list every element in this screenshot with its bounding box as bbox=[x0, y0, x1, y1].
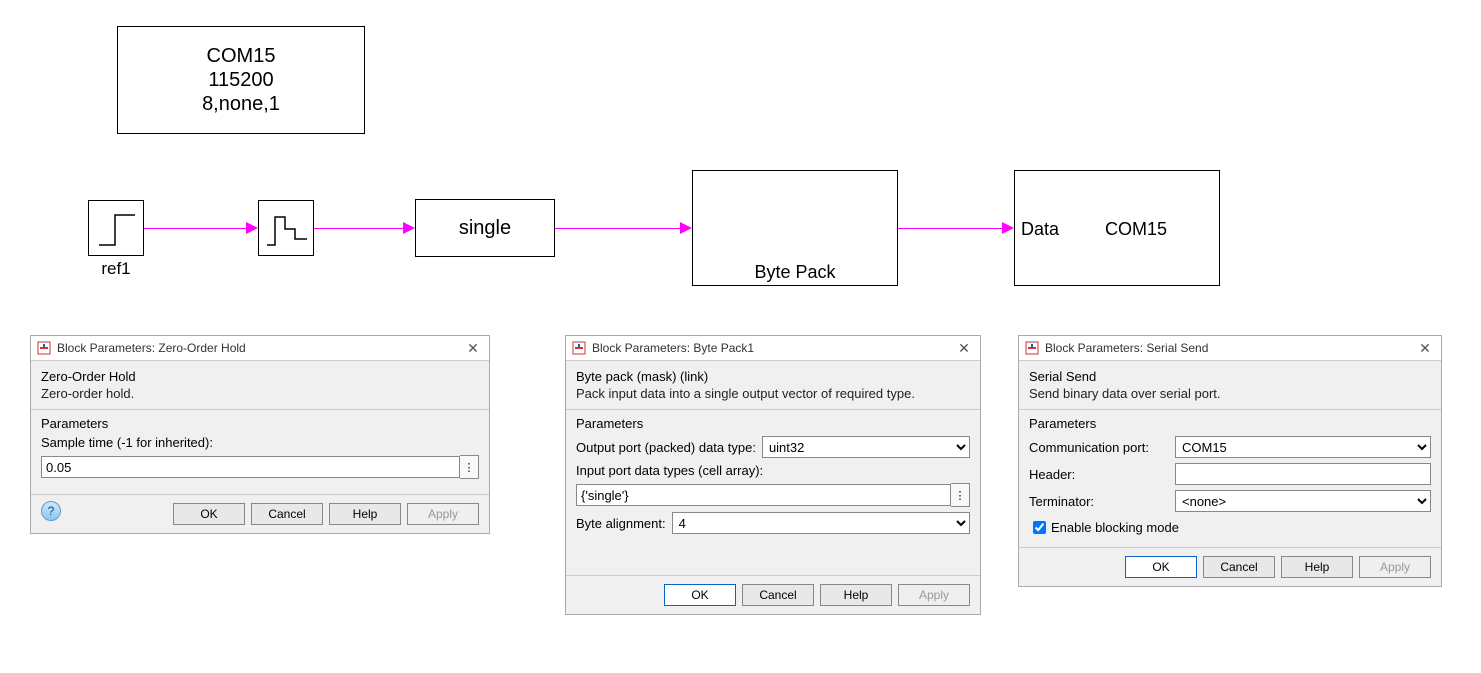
bp-align-select[interactable]: 4 bbox=[672, 512, 970, 534]
ss-params-title: Parameters bbox=[1029, 416, 1431, 431]
serial-cfg-line1: COM15 bbox=[202, 44, 280, 68]
ss-blocking-checkbox-row[interactable]: Enable blocking mode bbox=[1029, 518, 1431, 537]
zoh-desc: Zero-order hold. bbox=[41, 386, 479, 401]
ok-button[interactable]: OK bbox=[664, 584, 736, 606]
close-icon[interactable]: ✕ bbox=[1415, 340, 1435, 357]
serial-send-block[interactable]: Data COM15 bbox=[1014, 170, 1220, 286]
simulink-app-icon bbox=[572, 341, 586, 355]
bytepack-label: Byte Pack bbox=[692, 262, 898, 283]
dialog-serialsend[interactable]: Block Parameters: Serial Send ✕ Serial S… bbox=[1018, 335, 1442, 587]
apply-button: Apply bbox=[407, 503, 479, 525]
zoh-sampletime-input[interactable] bbox=[41, 456, 460, 478]
serial-send-port-label: Data bbox=[1021, 219, 1059, 240]
bp-align-label: Byte alignment: bbox=[576, 516, 666, 531]
signal-step-to-zoh bbox=[144, 228, 246, 229]
dialog-serialsend-title: Block Parameters: Serial Send bbox=[1045, 341, 1415, 355]
simulink-app-icon bbox=[1025, 341, 1039, 355]
ok-button[interactable]: OK bbox=[1125, 556, 1197, 578]
signal-dtc-to-bytepack bbox=[555, 228, 680, 229]
cancel-button[interactable]: Cancel bbox=[251, 503, 323, 525]
dialog-zoh-titlebar[interactable]: Block Parameters: Zero-Order Hold ✕ bbox=[31, 336, 489, 361]
bp-params-title: Parameters bbox=[576, 416, 970, 431]
zoh-block[interactable] bbox=[258, 200, 314, 256]
ss-heading: Serial Send bbox=[1029, 369, 1431, 384]
arrow-head-icon bbox=[246, 222, 258, 234]
bp-outtype-label: Output port (packed) data type: bbox=[576, 440, 756, 455]
ss-header-input[interactable] bbox=[1175, 463, 1431, 485]
cancel-button[interactable]: Cancel bbox=[1203, 556, 1275, 578]
dtc-text: single bbox=[459, 216, 511, 240]
signal-zoh-to-dtc bbox=[314, 228, 403, 229]
step-block-label: ref1 bbox=[88, 259, 144, 279]
ss-blocking-label: Enable blocking mode bbox=[1051, 520, 1179, 535]
zoh-params-title: Parameters bbox=[41, 416, 479, 431]
ss-term-select[interactable]: <none> bbox=[1175, 490, 1431, 512]
close-icon[interactable]: ✕ bbox=[463, 340, 483, 357]
dialog-serialsend-titlebar[interactable]: Block Parameters: Serial Send ✕ bbox=[1019, 336, 1441, 361]
bp-desc: Pack input data into a single output vec… bbox=[576, 386, 970, 401]
simulink-app-icon bbox=[37, 341, 51, 355]
arrow-head-icon bbox=[1002, 222, 1014, 234]
dialog-bytepack-title: Block Parameters: Byte Pack1 bbox=[592, 341, 954, 355]
serial-cfg-line3: 8,none,1 bbox=[202, 92, 280, 116]
step-icon bbox=[89, 201, 145, 257]
bp-intypes-input[interactable] bbox=[576, 484, 951, 506]
bp-outtype-select[interactable]: uint32 bbox=[762, 436, 970, 458]
apply-button: Apply bbox=[1359, 556, 1431, 578]
help-button[interactable]: Help bbox=[820, 584, 892, 606]
dialog-bytepack[interactable]: Block Parameters: Byte Pack1 ✕ Byte pack… bbox=[565, 335, 981, 615]
dialog-bytepack-titlebar[interactable]: Block Parameters: Byte Pack1 ✕ bbox=[566, 336, 980, 361]
divider bbox=[566, 409, 980, 410]
dtc-block[interactable]: single bbox=[415, 199, 555, 257]
field-actions-button[interactable]: ⋮ bbox=[460, 455, 479, 479]
ss-header-label: Header: bbox=[1029, 467, 1169, 482]
arrow-head-icon bbox=[680, 222, 692, 234]
bp-heading: Byte pack (mask) (link) bbox=[576, 369, 970, 384]
serial-config-block[interactable]: COM15 115200 8,none,1 bbox=[117, 26, 365, 134]
dialog-zoh[interactable]: Block Parameters: Zero-Order Hold ✕ Zero… bbox=[30, 335, 490, 534]
serial-cfg-line2: 115200 bbox=[202, 68, 280, 92]
divider bbox=[31, 409, 489, 410]
ss-term-label: Terminator: bbox=[1029, 494, 1169, 509]
serial-send-text: COM15 bbox=[1105, 219, 1167, 240]
dialog-zoh-title: Block Parameters: Zero-Order Hold bbox=[57, 341, 463, 355]
ss-desc: Send binary data over serial port. bbox=[1029, 386, 1431, 401]
ok-button[interactable]: OK bbox=[173, 503, 245, 525]
zoh-heading: Zero-Order Hold bbox=[41, 369, 479, 384]
ss-comm-label: Communication port: bbox=[1029, 440, 1169, 455]
step-source-block[interactable] bbox=[88, 200, 144, 256]
ss-comm-select[interactable]: COM15 bbox=[1175, 436, 1431, 458]
zoh-sampletime-label: Sample time (-1 for inherited): bbox=[41, 435, 479, 450]
zoh-icon bbox=[259, 201, 315, 257]
divider bbox=[1019, 409, 1441, 410]
ss-blocking-checkbox[interactable] bbox=[1033, 521, 1046, 534]
help-button[interactable]: Help bbox=[1281, 556, 1353, 578]
cancel-button[interactable]: Cancel bbox=[742, 584, 814, 606]
bp-intypes-label: Input port data types (cell array): bbox=[576, 463, 970, 478]
field-actions-button[interactable]: ⋮ bbox=[951, 483, 970, 507]
arrow-head-icon bbox=[403, 222, 415, 234]
signal-bytepack-to-send bbox=[898, 228, 1002, 229]
help-button[interactable]: Help bbox=[329, 503, 401, 525]
help-circle-icon[interactable]: ? bbox=[41, 501, 61, 521]
close-icon[interactable]: ✕ bbox=[954, 340, 974, 357]
apply-button: Apply bbox=[898, 584, 970, 606]
